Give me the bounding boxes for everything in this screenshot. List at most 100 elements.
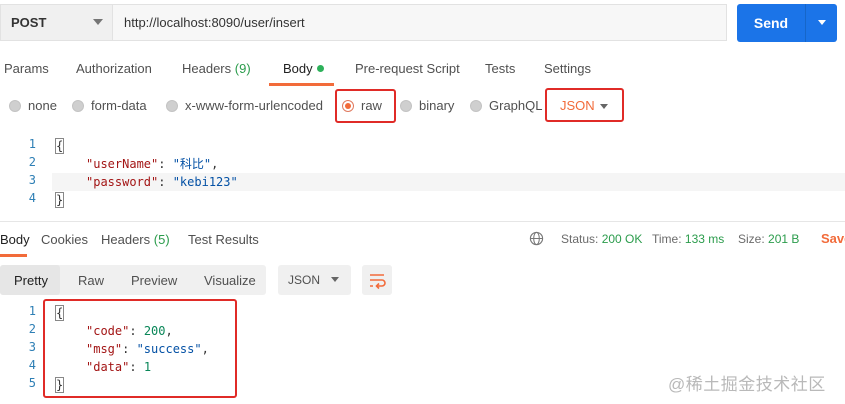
response-tab-body[interactable]: Body (0, 232, 30, 247)
size-value: 201 B (768, 232, 800, 246)
json-value: 1 (143, 360, 152, 374)
tab-label: Test Results (188, 232, 259, 247)
url-text: http://localhost:8090/user/insert (124, 15, 305, 30)
line-number: 4 (28, 191, 36, 205)
radio-binary[interactable]: binary (400, 98, 454, 113)
tab-label: Body (283, 61, 313, 76)
radio-circle-icon (166, 99, 178, 112)
tab-settings[interactable]: Settings (544, 61, 591, 76)
line-number: 2 (28, 322, 36, 336)
radio-label: binary (419, 98, 455, 113)
json-key: "userName" (86, 157, 159, 171)
radio-label: raw (361, 98, 382, 113)
tab-label: Authorization (76, 61, 152, 76)
close-brace: } (55, 192, 65, 208)
close-brace: } (55, 377, 65, 393)
tab-label: Settings (544, 61, 591, 76)
status-indicator: Status: 200 OK (561, 232, 642, 246)
view-mode-preview[interactable]: Preview (131, 273, 177, 288)
json-value: "科比" (172, 157, 212, 171)
line-number: 3 (28, 173, 36, 187)
watermark: @稀土掘金技术社区 (668, 375, 826, 394)
active-response-tab-indicator (0, 254, 27, 257)
json-key: "code" (86, 324, 130, 338)
json-value: 200 (143, 324, 166, 338)
response-tab-headers[interactable]: Headers (5) (101, 232, 170, 247)
radio-selected-icon (342, 99, 354, 112)
tab-params[interactable]: Params (4, 61, 49, 76)
tab-tests[interactable]: Tests (485, 61, 515, 76)
status-value: 200 OK (601, 232, 643, 246)
response-tab-test-results[interactable]: Test Results (188, 232, 259, 247)
time-indicator: Time: 133 ms (652, 232, 724, 246)
json-key: "msg" (86, 342, 123, 356)
tab-count: (9) (234, 61, 251, 76)
json-comma: , (211, 157, 219, 171)
code-line: { (55, 304, 65, 322)
json-comma: , (165, 324, 173, 338)
time-value: 133 ms (684, 232, 725, 246)
code-line: { (55, 137, 65, 155)
section-divider (0, 221, 845, 222)
url-input[interactable]: http://localhost:8090/user/insert (112, 4, 727, 41)
line-number: 1 (28, 304, 36, 318)
tab-label: Headers (182, 61, 232, 76)
send-options-chevron-icon[interactable] (818, 20, 826, 25)
line-number: 1 (28, 137, 36, 151)
json-key: "data" (86, 360, 130, 374)
radio-circle-icon (400, 99, 412, 112)
chevron-down-icon (331, 277, 339, 282)
view-mode-raw[interactable]: Raw (78, 273, 104, 288)
tab-label: Cookies (41, 232, 88, 247)
code-line: "password": "kebi123" (86, 175, 238, 189)
radio-label: none (28, 98, 57, 113)
tab-pre-request-script[interactable]: Pre-request Script (355, 61, 460, 76)
radio-x-www-form-urlencoded[interactable]: x-www-form-urlencoded (166, 98, 323, 113)
json-value: "kebi123" (172, 175, 238, 189)
tab-headers[interactable]: Headers (9) (182, 61, 251, 76)
chevron-down-icon (600, 104, 608, 109)
code-line: "userName": "科比", (86, 157, 219, 171)
radio-none[interactable]: none (9, 98, 57, 113)
tab-label: Body (0, 232, 30, 247)
response-format-select[interactable]: JSON (278, 265, 351, 295)
radio-raw[interactable]: raw (342, 98, 382, 113)
globe-icon[interactable] (529, 231, 544, 246)
tab-label: Params (4, 61, 49, 76)
radio-label: x-www-form-urlencoded (185, 98, 323, 113)
send-divider (805, 4, 806, 42)
body-format-select[interactable]: JSON (545, 88, 624, 122)
code-line: "code": 200, (86, 324, 173, 338)
open-brace: { (55, 138, 65, 154)
code-line: } (55, 191, 65, 209)
code-line: } (55, 376, 65, 394)
line-number: 2 (28, 155, 36, 169)
line-number: 3 (28, 340, 36, 354)
radio-graphql[interactable]: GraphQL (470, 98, 542, 113)
method-label: POST (11, 15, 47, 30)
view-mode-pretty[interactable]: Pretty (14, 273, 48, 288)
tab-label: Headers (101, 232, 151, 247)
status-label: Status: (561, 232, 599, 246)
time-label: Time: (652, 232, 682, 246)
response-format-label: JSON (288, 273, 321, 287)
request-body-editor[interactable]: 1 2 3 4 { "userName": "科比", "password": … (0, 134, 845, 214)
radio-circle-icon (470, 99, 482, 112)
body-format-label: JSON (560, 97, 595, 113)
tab-body[interactable]: Body (283, 61, 324, 76)
radio-label: GraphQL (489, 98, 543, 113)
radio-form-data[interactable]: form-data (72, 98, 147, 113)
radio-circle-icon (9, 99, 21, 112)
radio-label: form-data (91, 98, 147, 113)
save-response-button[interactable]: Save (821, 231, 845, 246)
tab-count: (5) (153, 232, 170, 247)
tab-authorization[interactable]: Authorization (76, 61, 152, 76)
json-comma: , (201, 342, 209, 356)
response-tab-cookies[interactable]: Cookies (41, 232, 88, 247)
tab-label: Pre-request Script (355, 61, 460, 76)
send-button[interactable]: Send (737, 4, 837, 42)
code-line: "msg": "success", (86, 342, 209, 356)
view-mode-visualize[interactable]: Visualize (204, 273, 256, 288)
wrap-lines-icon[interactable] (362, 265, 392, 295)
method-select[interactable]: POST (0, 4, 112, 41)
